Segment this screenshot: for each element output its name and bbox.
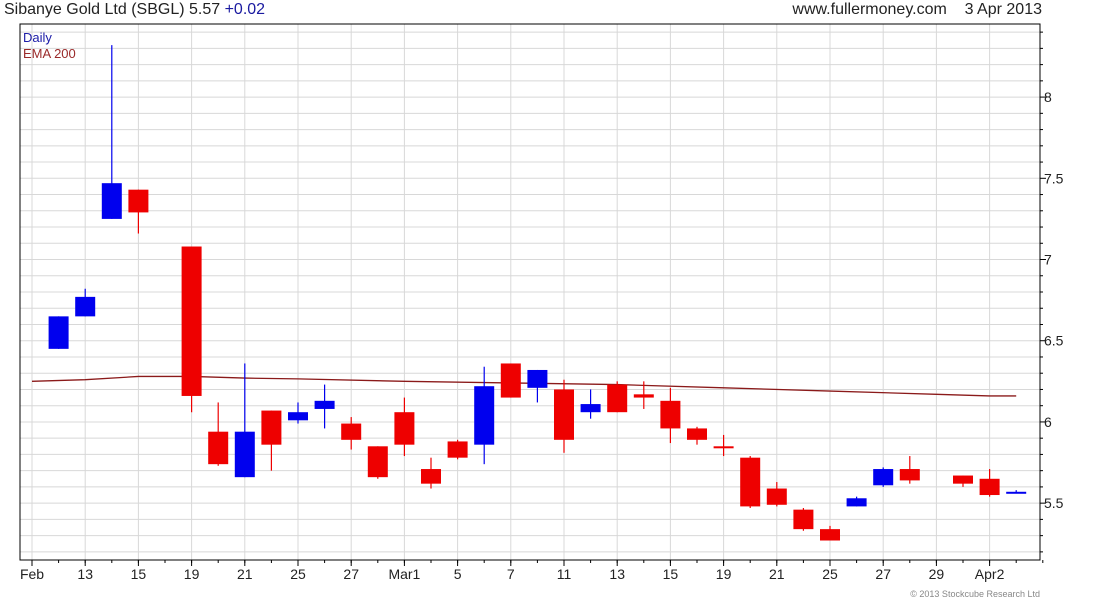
candle [580, 389, 601, 419]
copyright: © 2013 Stockcube Research Ltd [910, 589, 1040, 599]
candle [75, 288, 96, 317]
x-tick-label: 19 [716, 566, 732, 582]
x-tick-label: 13 [77, 566, 93, 582]
candle-body [421, 469, 441, 484]
y-axis: 5.5 6 6.5 7 7.5 8 [1040, 31, 1064, 553]
legend: Daily EMA 200 [23, 30, 76, 62]
x-tick-label: 21 [769, 566, 785, 582]
candle [846, 496, 867, 507]
candle [48, 316, 69, 349]
y-tick-label: 6 [1044, 414, 1052, 430]
candle-body [580, 404, 601, 413]
candle [793, 508, 814, 531]
ema-series [31, 375, 1017, 397]
candle-body [899, 469, 920, 481]
candle-body [687, 428, 707, 440]
candle [447, 439, 468, 460]
y-tick-label: 8 [1044, 89, 1052, 105]
candle-body [660, 400, 681, 429]
x-tick-label: 5 [454, 566, 462, 582]
candle-body [873, 469, 894, 486]
candle-body [341, 423, 362, 440]
candle [953, 475, 973, 487]
y-tick-label: 5.5 [1044, 495, 1064, 511]
candle-body [793, 509, 814, 530]
candle-body [527, 369, 548, 388]
candle-body [740, 457, 761, 507]
candle [474, 366, 495, 465]
y-tick-label: 7.5 [1044, 170, 1064, 186]
candle [1006, 490, 1027, 494]
candle-body [394, 412, 415, 445]
candle [261, 410, 282, 471]
candlestick-chart: 5.5 6 6.5 7 7.5 8 Feb 13 15 19 21 25 27 Mar1 5 7 11 13 15… [19, 23, 1064, 582]
x-tick-label: 11 [557, 566, 572, 582]
candle [873, 467, 894, 487]
candle [687, 426, 707, 445]
x-tick-label: Mar1 [388, 566, 420, 582]
y-tick-label: 7 [1044, 252, 1052, 268]
x-tick-label: 15 [131, 566, 147, 582]
candle-body [607, 384, 628, 413]
candle-body [554, 389, 574, 440]
candle [208, 402, 229, 466]
candle [554, 379, 574, 453]
candle [979, 469, 1000, 497]
x-tick-label: 21 [237, 566, 253, 582]
candle-body [820, 529, 840, 541]
y-tick-label: 6.5 [1044, 333, 1064, 349]
candle [181, 246, 202, 413]
candle-body [208, 431, 229, 465]
candle-body [75, 296, 96, 317]
candle [234, 363, 255, 478]
candle-body [367, 446, 388, 478]
candle-body [314, 400, 335, 409]
candle-body [1006, 491, 1027, 494]
candle [660, 387, 681, 444]
legend-daily: Daily [23, 30, 52, 45]
x-tick-label: 25 [822, 566, 838, 582]
candle-body [234, 431, 255, 478]
candle [367, 446, 388, 479]
candle [421, 457, 441, 489]
candle-body [288, 412, 308, 421]
candle [899, 456, 920, 484]
candle-body [500, 363, 521, 398]
x-tick-label: 27 [875, 566, 891, 582]
candle [394, 397, 415, 457]
ema200-line [31, 375, 1017, 397]
candle-body [181, 246, 202, 396]
candle-body [766, 488, 787, 505]
candle-body [713, 446, 734, 449]
candle-body [846, 498, 867, 507]
legend-ema: EMA 200 [23, 46, 76, 61]
candle-body [633, 394, 654, 398]
candle-body [261, 410, 282, 445]
x-tick-label: Apr2 [975, 566, 1005, 582]
candle [820, 525, 840, 541]
candle [766, 482, 787, 507]
x-tick-label: Feb [20, 566, 44, 582]
x-tick-label: 29 [929, 566, 945, 582]
candle-body [953, 475, 973, 484]
candle [740, 456, 761, 509]
candle-series [48, 45, 1027, 541]
candle [527, 369, 548, 403]
x-tick-label: 19 [184, 566, 200, 582]
candle-body [474, 386, 495, 445]
x-tick-label: 7 [507, 566, 515, 582]
candle [101, 45, 122, 219]
candle-body [447, 441, 468, 458]
x-axis: Feb 13 15 19 21 25 27 Mar1 5 7 11 13 15 19 21 25 27 29 Apr… [20, 560, 1044, 582]
candle-body [128, 189, 149, 213]
candle [607, 381, 628, 413]
x-tick-label: 27 [343, 566, 359, 582]
candle [500, 363, 521, 398]
candle-body [101, 183, 122, 219]
candle-body [979, 478, 1000, 496]
x-tick-label: 13 [609, 566, 625, 582]
candle-body [48, 316, 69, 349]
x-tick-label: 15 [663, 566, 679, 582]
x-tick-label: 25 [290, 566, 306, 582]
